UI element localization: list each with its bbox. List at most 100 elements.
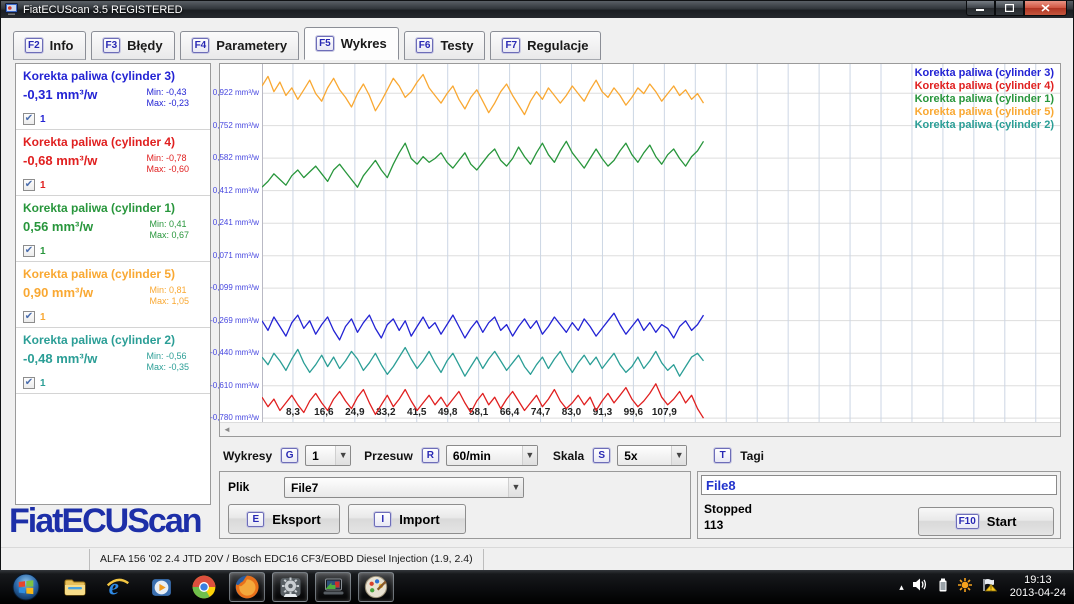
channel-checkbox-row: ✔ 1	[23, 311, 203, 323]
channel-checkbox[interactable]: ✔	[23, 377, 35, 389]
windows-start-orb[interactable]	[5, 572, 47, 602]
przesuw-key-badge: R	[420, 447, 440, 464]
channel-checkbox[interactable]: ✔	[23, 245, 35, 257]
tray-expand-icon[interactable]: ▴	[899, 582, 904, 593]
chart-scrollbar[interactable]: ◄	[220, 422, 1060, 436]
clock-time: 19:13	[1024, 574, 1052, 586]
internet-explorer-icon[interactable]: e	[100, 572, 136, 602]
wykresy-select[interactable]: 1 ▼	[305, 445, 352, 466]
channel-value-row: -0,48 mm³/w Min: -0,56 Max: -0,35	[23, 351, 203, 373]
tab-info[interactable]: F2 Info	[13, 31, 86, 60]
tab-label: Błędy	[127, 38, 163, 53]
channel-checkbox-row: ✔ 1	[23, 179, 203, 191]
ecu-scan-app-icon[interactable]	[315, 572, 351, 602]
window-title: FiatECUScan 3.5 REGISTERED	[23, 3, 183, 16]
start-button[interactable]: F10 Start	[918, 507, 1054, 536]
skala-select[interactable]: 5x ▼	[617, 445, 688, 466]
vehicle-info: ALFA 156 '02 2.4 JTD 20V / Bosch EDC16 C…	[89, 549, 484, 570]
record-name-input[interactable]	[701, 475, 1057, 495]
battery-icon[interactable]	[937, 578, 949, 597]
channel-block: Korekta paliwa (cylinder 2) -0,48 mm³/w Mi…	[16, 328, 210, 394]
chevron-down-icon: ▼	[671, 446, 687, 465]
windows-explorer-icon[interactable]	[57, 572, 93, 602]
x-tick-label: 49,8	[438, 407, 458, 418]
chart-controls: Wykresy G 1 ▼ Przesuw R 60/min ▼ Skala S 5…	[219, 442, 1061, 469]
windows-media-player-icon[interactable]	[143, 572, 179, 602]
channel-minmax: Min: 0,81 Max: 1,05	[149, 285, 203, 307]
channel-minmax: Min: 0,41 Max: 0,67	[149, 219, 203, 241]
chevron-down-icon: ▼	[521, 446, 537, 465]
channel-value-row: -0,68 mm³/w Min: -0,78 Max: -0,60	[23, 153, 203, 175]
tab-parametery[interactable]: F4 Parametery	[179, 31, 300, 60]
taskbar-buttons: e	[0, 570, 401, 604]
graphics-app-icon[interactable]	[358, 572, 394, 602]
y-tick-label: 0,071 mm³/w	[212, 250, 259, 260]
tab-key-badge: F4	[190, 37, 211, 54]
series-line	[262, 346, 705, 377]
legend-item: Korekta paliwa (cylinder 2)	[914, 119, 1054, 131]
y-tick-label: -0,780 mm³/w	[210, 413, 259, 423]
channel-title: Korekta paliwa (cylinder 3)	[23, 69, 176, 83]
channel-block: Korekta paliwa (cylinder 4) -0,68 mm³/w Mi…	[16, 130, 210, 196]
channel-checkbox[interactable]: ✔	[23, 311, 35, 323]
tagi-label[interactable]: Tagi	[740, 449, 764, 463]
diagnostic-app-icon[interactable]	[272, 572, 308, 602]
minimize-button[interactable]	[966, 1, 995, 16]
channel-checkbox-row: ✔ 1	[23, 377, 203, 389]
system-tray: ▴ ! 19:13 2013-04-24	[899, 574, 1074, 600]
start-key-badge: F10	[954, 513, 980, 530]
channel-title: Korekta paliwa (cylinder 1)	[23, 201, 176, 215]
series-line	[262, 73, 705, 116]
firefox-icon[interactable]	[229, 572, 265, 602]
tab-błędy[interactable]: F3 Błędy	[90, 31, 175, 60]
eksport-button[interactable]: E Eksport	[228, 504, 340, 534]
channel-max: Max: 1,05	[149, 296, 189, 306]
channel-value: -0,68 mm³/w	[23, 153, 98, 168]
clock-date: 2013-04-24	[1009, 587, 1066, 599]
channel-value-row: 0,56 mm³/w Min: 0,41 Max: 0,67	[23, 219, 203, 241]
maximize-button[interactable]	[995, 1, 1024, 16]
svg-text:!: !	[990, 586, 992, 592]
app-window: FiatECUScan 3.5 REGISTERED F2 Info F3 Błędy…	[0, 0, 1074, 570]
tab-key-badge: F6	[414, 37, 435, 54]
x-tick-label: 66,4	[500, 407, 520, 418]
channel-min: Min: -0,56	[146, 351, 187, 361]
channel-max: Max: -0,60	[146, 164, 189, 174]
chrome-icon[interactable]	[186, 572, 222, 602]
file-select[interactable]: File7 ▼	[284, 477, 524, 498]
tab-regulacje[interactable]: F7 Regulacje	[490, 31, 601, 60]
channel-max: Max: -0,35	[146, 362, 189, 372]
channel-checkbox[interactable]: ✔	[23, 179, 35, 191]
channel-checkbox-row: ✔ 1	[23, 245, 203, 257]
x-tick-label: 41,5	[407, 407, 427, 418]
channel-value-row: 0,90 mm³/w Min: 0,81 Max: 1,05	[23, 285, 203, 307]
tab-label: Wykres	[340, 36, 387, 51]
channel-checkbox-label: 1	[40, 113, 46, 125]
import-button[interactable]: I Import	[348, 504, 466, 534]
channel-minmax: Min: -0,43 Max: -0,23	[146, 87, 203, 109]
y-tick-label: 0,582 mm³/w	[212, 153, 259, 163]
x-tick-label: 58,1	[469, 407, 489, 418]
taskbar-clock[interactable]: 19:13 2013-04-24	[1010, 574, 1066, 600]
tab-label: Parametery	[216, 38, 288, 53]
channel-value: 0,56 mm³/w	[23, 219, 94, 234]
action-center-flag-icon[interactable]: !	[981, 578, 997, 597]
close-button[interactable]	[1024, 1, 1067, 16]
x-tick-label: 8,3	[286, 407, 300, 418]
series-line	[262, 140, 705, 188]
chevron-down-icon: ▼	[508, 478, 523, 497]
import-key-badge: I	[373, 510, 393, 528]
volume-icon[interactable]	[912, 578, 928, 596]
series-line	[262, 312, 705, 341]
status-text: Stopped	[704, 502, 752, 516]
title-bar: FiatECUScan 3.5 REGISTERED	[1, 1, 1073, 18]
tab-testy[interactable]: F6 Testy	[403, 31, 486, 60]
scroll-left-icon[interactable]: ◄	[223, 425, 231, 434]
przesuw-label: Przesuw	[364, 448, 413, 463]
przesuw-select[interactable]: 60/min ▼	[445, 445, 538, 466]
y-tick-label: -0,440 mm³/w	[210, 348, 259, 358]
tab-wykres[interactable]: F5 Wykres	[304, 27, 399, 60]
update-icon[interactable]	[957, 577, 972, 597]
channel-checkbox[interactable]: ✔	[23, 113, 35, 125]
wykresy-key-badge: G	[280, 447, 300, 464]
